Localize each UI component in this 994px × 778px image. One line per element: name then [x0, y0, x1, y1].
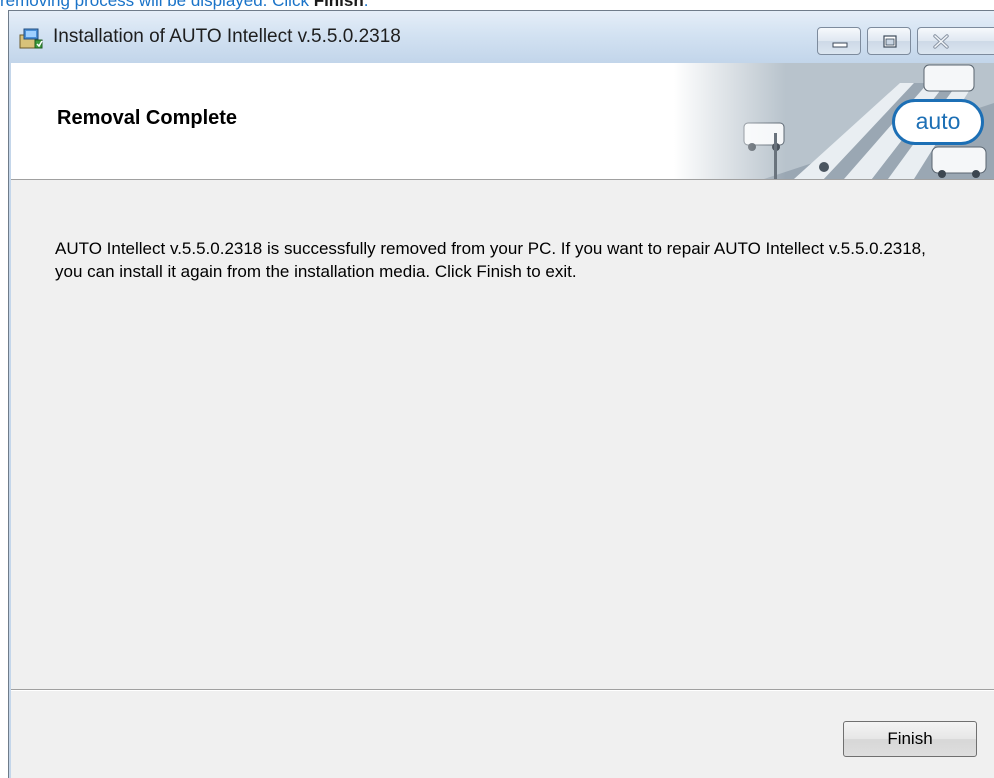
footer-separator: [11, 689, 994, 691]
close-icon: [933, 34, 949, 49]
installer-window: Installation of AUTO Intellect v.5.5.0.2…: [8, 10, 994, 778]
finish-button[interactable]: Finish: [843, 721, 977, 757]
minimize-button[interactable]: [817, 27, 861, 55]
maximize-button[interactable]: [867, 27, 911, 55]
dialog-banner: Removal Complete auto: [11, 63, 994, 180]
minimize-icon: [832, 42, 848, 48]
caption-text: removing process will be displayed. Clic…: [0, 0, 314, 10]
caption-suffix: .: [363, 0, 369, 10]
installer-icon: [19, 28, 43, 49]
removal-message: AUTO Intellect v.5.5.0.2318 is successfu…: [55, 239, 931, 281]
dialog-client-area: Removal Complete auto AUTO Intellect v.5…: [11, 63, 994, 778]
title-bar[interactable]: Installation of AUTO Intellect v.5.5.0.2…: [9, 11, 994, 63]
maximize-icon: [883, 35, 897, 48]
auto-logo: auto: [892, 99, 984, 145]
caption-bold-finish: Finish: [313, 0, 364, 10]
close-button[interactable]: [917, 27, 994, 55]
window-title: Installation of AUTO Intellect v.5.5.0.2…: [53, 26, 401, 47]
banner-title: Removal Complete: [57, 107, 238, 129]
